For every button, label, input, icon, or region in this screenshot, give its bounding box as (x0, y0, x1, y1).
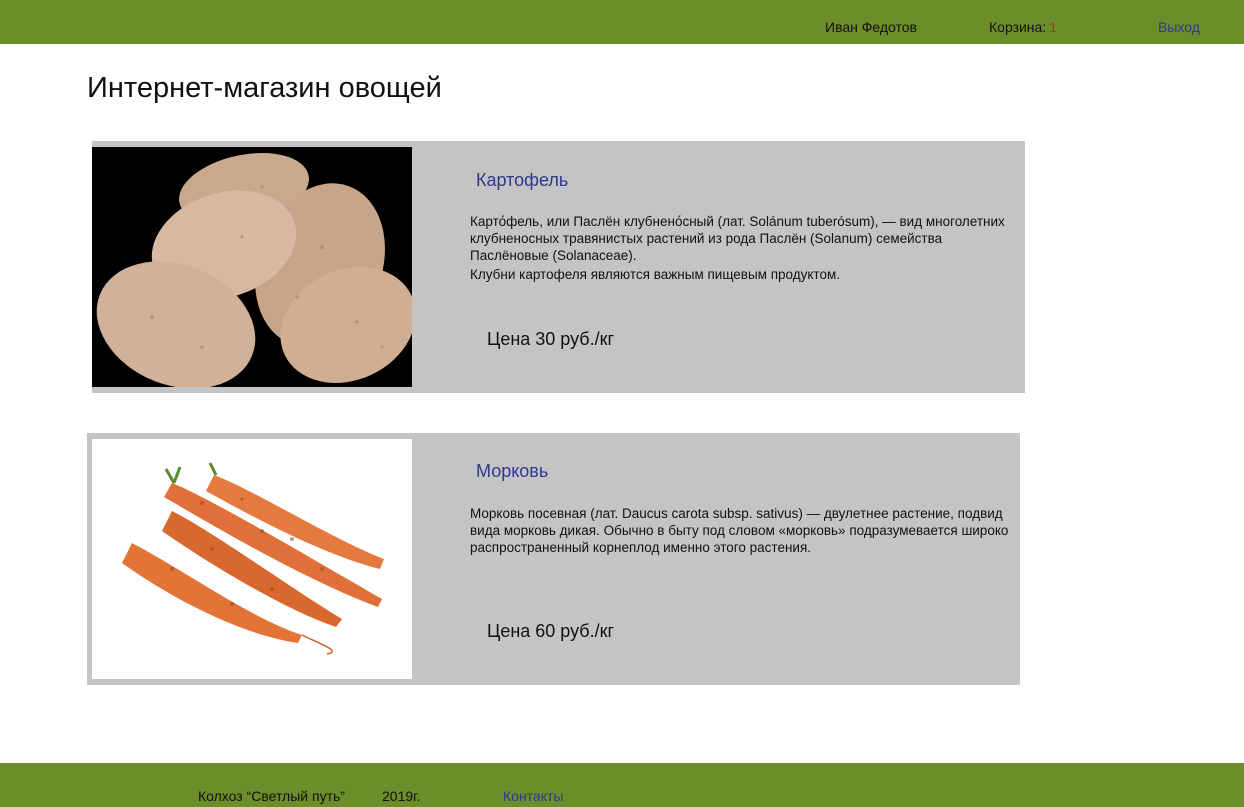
product-price: Цена 30 руб./кг (487, 329, 615, 349)
logout-link[interactable]: Выход (1158, 19, 1200, 35)
top-bar: Иван Федотов Корзина: 1 Выход (0, 0, 1244, 44)
page-title: Интернет-магазин овощей (87, 72, 442, 104)
product-card-potato: Картофель Карто́фель, или Паслён клубнен… (92, 141, 1025, 393)
footer-year: 2019г. (382, 788, 421, 804)
cart-count: 1 (1049, 19, 1058, 35)
contacts-link[interactable]: Контакты (503, 788, 563, 804)
description-paragraph: Морковь посевная (лат. Daucus carota sub… (470, 506, 1009, 555)
product-name-link[interactable]: Морковь (476, 461, 548, 482)
cart-label: Корзина: (989, 19, 1047, 35)
carrot-image[interactable] (92, 439, 412, 679)
cart-indicator[interactable]: Корзина: 1 (989, 19, 1057, 35)
carrot-illustration (92, 439, 412, 679)
footer-org: Колхоз “Светлый путь” (198, 788, 345, 804)
description-paragraph: Клубни картофеля являются важным пищевым… (470, 267, 840, 282)
user-name: Иван Федотов (825, 19, 917, 35)
potato-image[interactable] (92, 147, 412, 387)
product-name-link[interactable]: Картофель (476, 170, 568, 191)
potato-illustration (92, 147, 412, 387)
description-paragraph: Карто́фель, или Паслён клубнено́сный (ла… (470, 214, 1005, 263)
product-card-carrot: Морковь Морковь посевная (лат. Daucus ca… (87, 433, 1020, 685)
footer-bar: Колхоз “Светлый путь” 2019г. Контакты (0, 763, 1244, 807)
product-description: Карто́фель, или Паслён клубнено́сный (ла… (470, 213, 1015, 285)
product-price: Цена 60 руб./кг (487, 621, 615, 641)
product-description: Морковь посевная (лат. Daucus carota sub… (470, 505, 1015, 558)
